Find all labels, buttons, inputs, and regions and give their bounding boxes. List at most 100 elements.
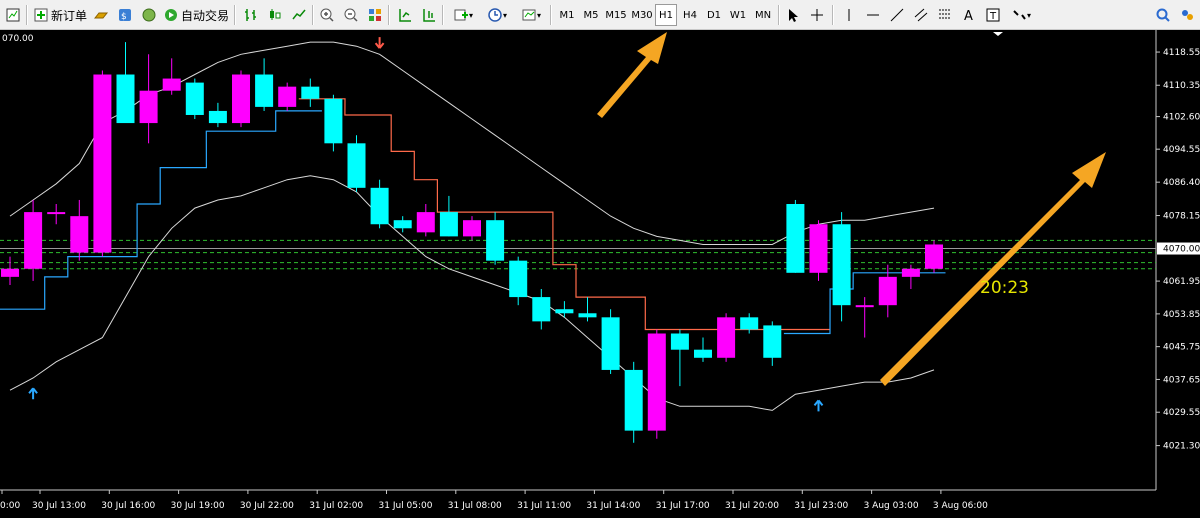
tf-m1[interactable]: M1 — [556, 4, 578, 26]
new-order-label: 新订单 — [51, 8, 88, 23]
price-chart[interactable]: 4118.55 4110.35 4102.60 4094.55 4086.40 4078.… — [0, 30, 1200, 518]
candle-body — [70, 216, 89, 253]
globe-icon[interactable] — [138, 4, 160, 26]
candle-body — [301, 86, 320, 99]
tf-mn[interactable]: MN — [751, 4, 775, 26]
templates-dropdown[interactable]: ▾ — [516, 4, 546, 26]
candle-body — [740, 317, 759, 330]
x-tick-label: 30 Jul 13:00 — [32, 501, 86, 511]
zoom-out-icon[interactable] — [340, 4, 362, 26]
search-icon[interactable] — [1152, 4, 1174, 26]
candle-body — [786, 204, 805, 273]
candle-body — [763, 325, 782, 358]
tf-m15[interactable]: M15 — [604, 4, 628, 26]
y-tick-label: 4061.95 — [1163, 277, 1200, 287]
candle-body — [578, 313, 597, 318]
candle — [93, 70, 112, 257]
tf-h1[interactable]: H1 — [655, 4, 677, 26]
tf-h4[interactable]: H4 — [679, 4, 701, 26]
arrows-icon — [1013, 10, 1026, 20]
x-tick-label: 3 Aug 06:00 — [933, 501, 988, 511]
tile-windows-icon[interactable] — [364, 4, 386, 26]
periods-dropdown[interactable]: ▾ — [482, 4, 512, 26]
x-tick-label: 31 Jul 11:00 — [517, 501, 571, 511]
svg-text:A: A — [964, 9, 973, 23]
chevron-down-icon: ▾ — [468, 10, 473, 20]
x-tick-label: 3 Aug 03:00 — [864, 501, 919, 511]
candle — [809, 220, 828, 281]
toolbar: 新订单 $ 自动交易 ▾ ▾ ▾ M1 M5 M15 M30 H1 H4 D1 … — [0, 0, 1200, 30]
x-tick-label: 31 Jul 08:00 — [448, 501, 502, 511]
candle-body — [24, 212, 43, 269]
y-tick-label: 4053.85 — [1163, 310, 1200, 320]
bar-countdown: 20:23 — [980, 278, 1029, 298]
candle-body — [832, 224, 851, 306]
fibonacci-icon[interactable] — [934, 4, 956, 26]
x-tick-label: 31 Jul 23:00 — [794, 501, 848, 511]
candle-body — [809, 224, 828, 273]
arrows-dropdown[interactable]: ▾ — [1006, 4, 1036, 26]
chart-shift-icon[interactable] — [394, 4, 416, 26]
candle-body — [901, 268, 920, 277]
auto-scroll-icon[interactable] — [418, 4, 440, 26]
chevron-down-icon: ▾ — [1026, 10, 1031, 20]
market-watch-icon[interactable]: $ — [114, 4, 136, 26]
candle-body — [509, 260, 528, 298]
new-order-button[interactable]: 新订单 — [30, 4, 90, 26]
templates-icon — [522, 9, 536, 21]
x-tick-label: 31 Jul 14:00 — [586, 501, 640, 511]
candle — [832, 212, 851, 322]
cursor-arrow-icon[interactable] — [782, 4, 804, 26]
x-tick-label: 0:00 — [0, 501, 20, 511]
y-tick-label: 4110.35 — [1163, 81, 1200, 91]
candle — [601, 309, 620, 374]
tf-m30[interactable]: M30 — [630, 4, 654, 26]
y-tick-label: 4037.65 — [1163, 375, 1200, 385]
horizontal-line-icon[interactable] — [862, 4, 884, 26]
crosshair-icon[interactable] — [806, 4, 828, 26]
candle-body — [93, 74, 112, 253]
candle-body — [555, 309, 574, 314]
tf-m5[interactable]: M5 — [580, 4, 602, 26]
current-price-label: 4070.00 — [1163, 245, 1200, 255]
line-chart-icon[interactable] — [288, 4, 310, 26]
top-left-price: 070.00 — [2, 34, 34, 44]
bar-chart-icon[interactable] — [240, 4, 262, 26]
candle — [624, 361, 643, 443]
text-tool-icon[interactable]: A — [958, 4, 980, 26]
y-tick-label: 4021.30 — [1163, 442, 1200, 452]
x-tick-label: 31 Jul 02:00 — [309, 501, 363, 511]
candle-body — [185, 82, 204, 115]
candle-body — [694, 349, 712, 358]
candle-body — [878, 276, 897, 306]
trendline-icon[interactable] — [886, 4, 908, 26]
tf-w1[interactable]: W1 — [727, 4, 749, 26]
candle-body — [208, 110, 227, 124]
y-tick-label: 4045.75 — [1163, 343, 1200, 353]
clock-icon — [488, 8, 502, 22]
candlestick-icon[interactable] — [264, 4, 286, 26]
candle — [647, 329, 666, 439]
equidistant-channel-icon[interactable] — [910, 4, 932, 26]
tf-d1[interactable]: D1 — [703, 4, 725, 26]
x-tick-label: 30 Jul 19:00 — [171, 501, 225, 511]
text-label-icon[interactable]: T — [982, 4, 1004, 26]
candle — [232, 70, 250, 128]
candle-body — [855, 305, 874, 308]
candle-body — [670, 333, 689, 350]
candle-body — [393, 220, 412, 229]
chevron-down-icon: ▾ — [536, 10, 541, 20]
vertical-line-icon[interactable] — [838, 4, 860, 26]
zoom-in-icon[interactable] — [316, 4, 338, 26]
candle-body — [370, 187, 389, 225]
candle-body — [624, 369, 643, 431]
indicators-dropdown[interactable]: ▾ — [448, 4, 478, 26]
candle — [324, 94, 343, 152]
candle-body — [47, 212, 66, 215]
candle-body — [601, 317, 620, 370]
community-icon[interactable] — [1176, 4, 1198, 26]
candle — [278, 82, 297, 111]
gold-bars-icon[interactable] — [90, 4, 112, 26]
auto-trading-button[interactable]: 自动交易 — [160, 4, 232, 26]
chart-properties-icon[interactable] — [2, 4, 24, 26]
